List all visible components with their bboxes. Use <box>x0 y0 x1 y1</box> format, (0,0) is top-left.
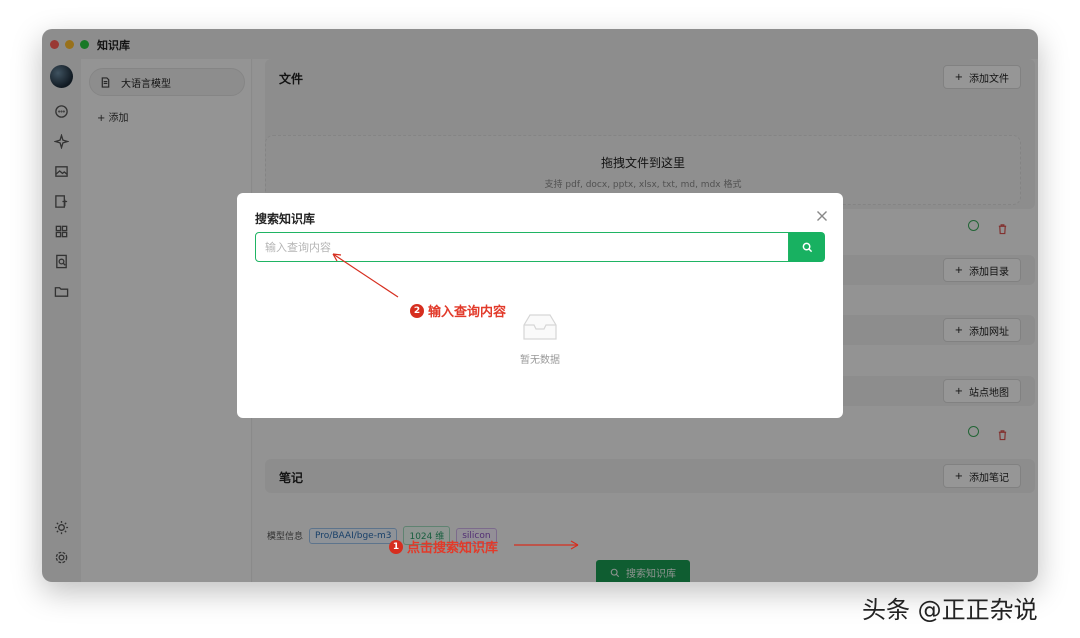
close-icon[interactable] <box>816 207 828 221</box>
step-1-text: 点击搜索知识库 <box>407 541 499 556</box>
step-2-text: 输入查询内容 <box>428 305 507 320</box>
watermark: 头条 @正正杂说 <box>862 596 1038 624</box>
empty-inbox-icon <box>523 314 557 340</box>
search-input[interactable] <box>255 232 789 262</box>
search-icon <box>802 242 812 252</box>
step-1-badge: 1 <box>389 539 403 554</box>
search-modal: 搜索知识库 暂无数据 <box>237 193 843 418</box>
annotation-step-1: 1 点击搜索知识库 <box>389 537 498 556</box>
step-2-badge: 2 <box>410 303 424 318</box>
search-submit-button[interactable] <box>789 232 825 262</box>
modal-title: 搜索知识库 <box>255 212 316 226</box>
empty-state: 暂无数据 <box>517 311 563 366</box>
empty-text: 暂无数据 <box>520 355 560 366</box>
annotation-step-2: 2 输入查询内容 <box>410 301 506 320</box>
